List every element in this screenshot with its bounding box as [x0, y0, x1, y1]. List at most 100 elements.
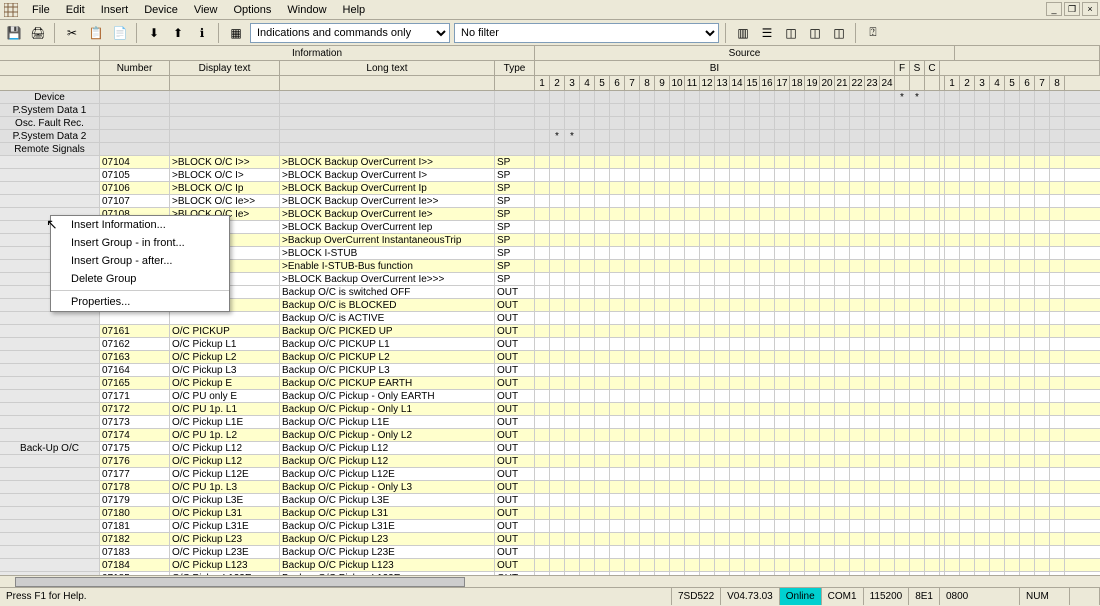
table-row[interactable]: 07107>BLOCK O/C Ie>>>BLOCK Backup OverCu… — [0, 195, 1100, 208]
group-row[interactable]: Device** — [0, 91, 1100, 104]
menu-options[interactable]: Options — [226, 2, 280, 18]
print-icon[interactable]: 🖨 — [28, 23, 48, 43]
table-row[interactable]: 07106>BLOCK O/C Ip>BLOCK Backup OverCurr… — [0, 182, 1100, 195]
ctx-insert-group-in-front-[interactable]: Insert Group - in front... — [51, 234, 229, 252]
header-bi-6[interactable]: 6 — [610, 76, 625, 90]
copy-icon[interactable]: 📋 — [86, 23, 106, 43]
header-bi-18[interactable]: 18 — [790, 76, 805, 90]
header-c[interactable]: C — [925, 61, 940, 75]
table-row[interactable]: Backup O/C is ACTIVEOUT — [0, 312, 1100, 325]
header-display-text[interactable]: Display text — [170, 61, 280, 75]
menu-view[interactable]: View — [186, 2, 226, 18]
minimize-button[interactable]: _ — [1046, 2, 1062, 16]
menu-file[interactable]: File — [24, 2, 58, 18]
header-type[interactable]: Type — [495, 61, 535, 75]
ctx-insert-information-[interactable]: Insert Information... — [51, 216, 229, 234]
header-bi-10[interactable]: 10 — [670, 76, 685, 90]
header-bi-5[interactable]: 5 — [595, 76, 610, 90]
table-row[interactable]: 07105>BLOCK O/C I>>BLOCK Backup OverCurr… — [0, 169, 1100, 182]
header-number[interactable]: Number — [100, 61, 170, 75]
header-bi-1[interactable]: 1 — [535, 76, 550, 90]
table-row[interactable]: 07176O/C Pickup L12Backup O/C Pickup L12… — [0, 455, 1100, 468]
header-bi-23[interactable]: 23 — [865, 76, 880, 90]
scroll-thumb[interactable] — [15, 577, 465, 587]
group-row[interactable]: P.System Data 1 — [0, 104, 1100, 117]
header-bi-9[interactable]: 9 — [655, 76, 670, 90]
table-row[interactable]: Back-Up O/C07175O/C Pickup L12Backup O/C… — [0, 442, 1100, 455]
menu-device[interactable]: Device — [136, 2, 186, 18]
ctx-insert-group-after-[interactable]: Insert Group - after... — [51, 252, 229, 270]
header-bi-22[interactable]: 22 — [850, 76, 865, 90]
header-dest-6[interactable]: 6 — [1020, 76, 1035, 90]
header-dest-2[interactable]: 2 — [960, 76, 975, 90]
info-icon[interactable]: ℹ — [192, 23, 212, 43]
header-bi-2[interactable]: 2 — [550, 76, 565, 90]
horizontal-scrollbar[interactable] — [0, 575, 1100, 587]
icon-c[interactable]: ◫ — [829, 23, 849, 43]
header-dest-1[interactable]: 1 — [945, 76, 960, 90]
header-bi-21[interactable]: 21 — [835, 76, 850, 90]
header-bi-24[interactable]: 24 — [880, 76, 895, 90]
header-bi-4[interactable]: 4 — [580, 76, 595, 90]
ctx-properties-[interactable]: Properties... — [51, 293, 229, 311]
header-bi-15[interactable]: 15 — [745, 76, 760, 90]
header-bi-17[interactable]: 17 — [775, 76, 790, 90]
menu-edit[interactable]: Edit — [58, 2, 93, 18]
table-row[interactable]: 07177O/C Pickup L12EBackup O/C Pickup L1… — [0, 468, 1100, 481]
header-bi-16[interactable]: 16 — [760, 76, 775, 90]
help-icon[interactable]: ⍰ — [863, 23, 883, 43]
table-row[interactable]: 07172O/C PU 1p. L1Backup O/C Pickup - On… — [0, 403, 1100, 416]
group-row[interactable]: Osc. Fault Rec. — [0, 117, 1100, 130]
restore-button[interactable]: ❐ — [1064, 2, 1080, 16]
header-f[interactable]: F — [895, 61, 910, 75]
table-row[interactable]: 07182O/C Pickup L23Backup O/C Pickup L23… — [0, 533, 1100, 546]
columns-icon[interactable]: ▥ — [733, 23, 753, 43]
table-row[interactable]: 07164O/C Pickup L3Backup O/C PICKUP L3OU… — [0, 364, 1100, 377]
header-bi-8[interactable]: 8 — [640, 76, 655, 90]
table-row[interactable]: 07184O/C Pickup L123Backup O/C Pickup L1… — [0, 559, 1100, 572]
cut-icon[interactable]: ✂ — [62, 23, 82, 43]
table-row[interactable]: 07163O/C Pickup L2Backup O/C PICKUP L2OU… — [0, 351, 1100, 364]
header-s[interactable]: S — [910, 61, 925, 75]
header-bi-11[interactable]: 11 — [685, 76, 700, 90]
header-bi-7[interactable]: 7 — [625, 76, 640, 90]
paste-icon[interactable]: 📄 — [110, 23, 130, 43]
filter-type-select[interactable]: Indications and commands only — [250, 23, 450, 43]
table-row[interactable]: 07171O/C PU only EBackup O/C Pickup - On… — [0, 390, 1100, 403]
group-row[interactable]: Remote Signals — [0, 143, 1100, 156]
header-bi-19[interactable]: 19 — [805, 76, 820, 90]
table-row[interactable]: 07180O/C Pickup L31Backup O/C Pickup L31… — [0, 507, 1100, 520]
table-row[interactable]: 07181O/C Pickup L31EBackup O/C Pickup L3… — [0, 520, 1100, 533]
table-row[interactable]: 07165O/C Pickup EBackup O/C PICKUP EARTH… — [0, 377, 1100, 390]
table-row[interactable]: 07183O/C Pickup L23EBackup O/C Pickup L2… — [0, 546, 1100, 559]
transfer-from-device-icon[interactable]: ⬆ — [168, 23, 188, 43]
table-row[interactable]: 07104>BLOCK O/C I>>>BLOCK Backup OverCur… — [0, 156, 1100, 169]
save-icon[interactable]: 💾 — [4, 23, 24, 43]
table-row[interactable]: 07161O/C PICKUPBackup O/C PICKED UPOUT — [0, 325, 1100, 338]
header-dest-5[interactable]: 5 — [1005, 76, 1020, 90]
table-row[interactable]: 07173O/C Pickup L1EBackup O/C Pickup L1E… — [0, 416, 1100, 429]
menu-help[interactable]: Help — [335, 2, 374, 18]
table-row[interactable]: 07179O/C Pickup L3EBackup O/C Pickup L3E… — [0, 494, 1100, 507]
header-bi-3[interactable]: 3 — [565, 76, 580, 90]
header-bi-20[interactable]: 20 — [820, 76, 835, 90]
header-bi-12[interactable]: 12 — [700, 76, 715, 90]
close-button[interactable]: × — [1082, 2, 1098, 16]
group-row[interactable]: P.System Data 2** — [0, 130, 1100, 143]
header-dest-7[interactable]: 7 — [1035, 76, 1050, 90]
header-dest-8[interactable]: 8 — [1050, 76, 1065, 90]
table-row[interactable]: 07178O/C PU 1p. L3Backup O/C Pickup - On… — [0, 481, 1100, 494]
table-row[interactable]: 07174O/C PU 1p. L2Backup O/C Pickup - On… — [0, 429, 1100, 442]
transfer-to-device-icon[interactable]: ⬇ — [144, 23, 164, 43]
menu-window[interactable]: Window — [279, 2, 334, 18]
list-icon[interactable]: ☰ — [757, 23, 777, 43]
header-bi-14[interactable]: 14 — [730, 76, 745, 90]
table-row[interactable]: 07162O/C Pickup L1Backup O/C PICKUP L1OU… — [0, 338, 1100, 351]
header-long-text[interactable]: Long text — [280, 61, 495, 75]
header-bi-13[interactable]: 13 — [715, 76, 730, 90]
header-dest-4[interactable]: 4 — [990, 76, 1005, 90]
ctx-delete-group[interactable]: Delete Group — [51, 270, 229, 288]
header-dest-3[interactable]: 3 — [975, 76, 990, 90]
menu-insert[interactable]: Insert — [93, 2, 137, 18]
icon-b[interactable]: ◫ — [805, 23, 825, 43]
